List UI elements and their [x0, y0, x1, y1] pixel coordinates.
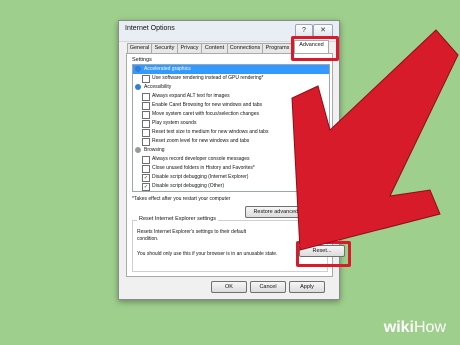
ok-button[interactable]: OK	[211, 281, 247, 293]
checkbox[interactable]	[142, 138, 150, 146]
restart-note: *Takes effect after you restart your com…	[132, 196, 231, 202]
checkbox-label: Disable script debugging (Other)	[152, 183, 224, 189]
advanced-tab-highlight	[291, 36, 339, 61]
reset-description-cont: condition.	[137, 236, 159, 242]
tab-content[interactable]: Content	[201, 43, 228, 53]
settings-category[interactable]: Browsing	[133, 146, 329, 155]
settings-checkbox-item[interactable]: Reset zoom level for new windows and tab…	[133, 137, 329, 146]
checkbox[interactable]	[142, 165, 150, 173]
checkbox-label: Reset text size to medium for new window…	[152, 129, 269, 135]
checkbox[interactable]	[142, 129, 150, 137]
settings-checkbox-item[interactable]: Always record developer console messages	[133, 155, 329, 164]
watermark-prefix: wiki	[383, 319, 414, 336]
settings-checkbox-item[interactable]: Close unused folders in History and Favo…	[133, 164, 329, 173]
settings-checkbox-item[interactable]: Use software rendering instead of GPU re…	[133, 74, 329, 83]
checkbox-label: Move system caret with focus/selection c…	[152, 111, 259, 117]
tab-general[interactable]: General	[127, 43, 152, 53]
settings-checkbox-item[interactable]: ✓ Disable script debugging (Internet Expl…	[133, 173, 329, 182]
checkbox[interactable]	[142, 111, 150, 119]
checkbox[interactable]: ✓	[142, 183, 150, 191]
settings-checkbox-item[interactable]: Reset text size to medium for new window…	[133, 128, 329, 137]
tab-security[interactable]: Security	[151, 43, 178, 53]
settings-checkbox-item[interactable]: Enable Caret Browsing for new windows an…	[133, 101, 329, 110]
category-label: Accessibility	[144, 84, 172, 90]
reset-group-title: Reset Internet Explorer settings	[137, 216, 219, 222]
settings-label: Settings	[132, 57, 152, 63]
settings-category[interactable]: Accelerated graphics	[133, 65, 329, 74]
restore-advanced-settings-button[interactable]: Restore advanced settings	[245, 206, 327, 218]
category-icon	[135, 84, 141, 90]
category-icon	[135, 147, 141, 153]
checkbox-label: Use software rendering instead of GPU re…	[152, 75, 264, 81]
settings-checkbox-item[interactable]: Move system caret with focus/selection c…	[133, 110, 329, 119]
checkbox-label: Always record developer console messages	[152, 156, 250, 162]
checkbox-label: Reset zoom level for new windows and tab…	[152, 138, 250, 144]
reset-button-highlight	[296, 241, 351, 267]
wikihow-watermark: wikiHow	[384, 319, 446, 337]
category-label: Accelerated graphics	[144, 66, 191, 72]
checkbox[interactable]	[142, 102, 150, 110]
category-icon	[135, 66, 141, 72]
checkbox-label: Disable script debugging (Internet Explo…	[152, 174, 249, 180]
checkbox[interactable]: ✓	[142, 174, 150, 182]
reset-warning: You should only use this if your browser…	[137, 251, 278, 257]
tab-privacy[interactable]: Privacy	[177, 43, 202, 53]
checkbox-label: Close unused folders in History and Favo…	[152, 165, 255, 171]
checkbox-label: Always expand ALT text for images	[152, 93, 230, 99]
settings-category[interactable]: Accessibility	[133, 83, 329, 92]
checkbox[interactable]	[142, 93, 150, 101]
checkbox-label: Enable Caret Browsing for new windows an…	[152, 102, 263, 108]
apply-button[interactable]: Apply	[289, 281, 325, 293]
internet-options-dialog: Internet Options ? ✕ General Security Pr…	[118, 20, 351, 300]
window-title: Internet Options	[125, 25, 175, 32]
cancel-button[interactable]: Cancel	[250, 281, 286, 293]
settings-checkbox-item[interactable]: Always expand ALT text for images	[133, 92, 329, 101]
category-label: Browsing	[144, 147, 165, 153]
settings-checkbox-item[interactable]: Play system sounds	[133, 119, 329, 128]
checkbox[interactable]	[142, 156, 150, 164]
tab-connections[interactable]: Connections	[227, 43, 263, 53]
checkbox[interactable]	[142, 75, 150, 83]
tab-programs[interactable]: Programs	[262, 43, 293, 53]
watermark-suffix: How	[413, 319, 446, 336]
checkbox-label: Play system sounds	[152, 120, 197, 126]
checkbox[interactable]	[142, 120, 150, 128]
reset-description: Resets Internet Explorer's settings to t…	[137, 229, 247, 235]
settings-checkbox-item[interactable]: ✓ Disable script debugging (Other)	[133, 182, 329, 191]
settings-list[interactable]: Accelerated graphics Use software renderi…	[132, 64, 330, 192]
